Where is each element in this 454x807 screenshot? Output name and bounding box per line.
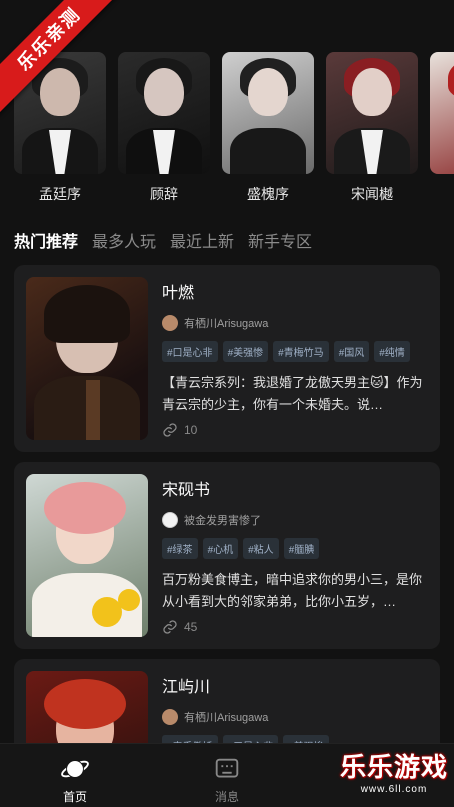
story-cover[interactable] <box>26 277 148 440</box>
tag[interactable]: #青梅竹马 <box>273 341 329 362</box>
category-tabs: 热门推荐 最多人玩 最近上新 新手专区 <box>14 228 312 252</box>
character-card[interactable]: 宋闻樾 <box>326 52 418 212</box>
tag[interactable]: #国风 <box>333 341 370 362</box>
tag-list: #绿茶 #心机 #粘人 #腼腆 <box>162 538 428 559</box>
character-name: 孟廷序 <box>39 186 81 202</box>
author-avatar <box>162 315 178 331</box>
character-card[interactable]: 顾辞 <box>118 52 210 212</box>
character-name: 顾辞 <box>150 186 178 202</box>
character-portrait[interactable] <box>118 52 210 174</box>
author-row[interactable]: 有栖川Arisugawa <box>162 315 428 331</box>
tag[interactable]: #心机 <box>202 538 239 559</box>
story-description: 【青云宗系列：我退婚了龙傲天男主🐱】作为青云宗的少主，你有一个未婚夫。说… <box>162 375 423 412</box>
story-cover[interactable] <box>26 474 148 637</box>
author-avatar <box>162 512 178 528</box>
author-name: 有栖川Arisugawa <box>184 318 269 330</box>
planet-icon <box>61 760 89 778</box>
nav-messages-label: 消息 <box>214 790 239 804</box>
tab-hot-recommend[interactable]: 热门推荐 <box>14 228 78 252</box>
tag[interactable]: #口是心非 <box>162 341 218 362</box>
tag[interactable]: #纯情 <box>374 341 410 362</box>
character-name: 盛槐序 <box>247 186 289 202</box>
story-title: 叶燃 <box>162 285 195 302</box>
watermark-title: 乐乐游戏 <box>339 752 448 782</box>
author-row[interactable]: 被金发男害惨了 <box>162 512 428 528</box>
play-count: 10 <box>162 422 428 438</box>
link-icon <box>163 423 177 437</box>
story-title: 江屿川 <box>162 679 211 696</box>
link-icon <box>163 620 177 634</box>
story-card[interactable]: 宋砚书 被金发男害惨了 #绿茶 #心机 #粘人 #腼腆 百万粉美食博主，暗中追求… <box>14 462 440 649</box>
story-description: 百万粉美食博主，暗中追求你的男小三，是你从小看到大的邻家弟弟，比你小五岁，… <box>162 572 423 609</box>
tag[interactable]: #腼腆 <box>283 538 320 559</box>
tag[interactable]: #绿茶 <box>162 538 198 559</box>
author-row[interactable]: 有栖川Arisugawa <box>162 709 428 725</box>
nav-messages[interactable]: 消息 <box>187 754 267 805</box>
character-card[interactable] <box>430 52 454 212</box>
tab-newbie-zone[interactable]: 新手专区 <box>248 228 312 252</box>
site-watermark: 乐乐游戏 www.6ll.com <box>338 747 450 805</box>
character-name: 宋闻樾 <box>351 186 393 202</box>
character-portrait[interactable] <box>326 52 418 174</box>
story-card[interactable]: 叶燃 有栖川Arisugawa #口是心非 #美强惨 #青梅竹马 #国风 #纯情… <box>14 265 440 452</box>
author-name: 被金发男害惨了 <box>184 515 261 527</box>
tag[interactable]: #美强惨 <box>222 341 269 362</box>
character-portrait[interactable] <box>430 52 454 174</box>
watermark-url: www.6ll.com <box>360 784 428 795</box>
ribbon-text: 乐乐亲测 <box>0 0 120 119</box>
nav-home-label: 首页 <box>62 790 87 804</box>
tag-list: #口是心非 #美强惨 #青梅竹马 #国风 #纯情 <box>162 341 428 362</box>
play-count-value: 45 <box>184 620 198 634</box>
tag[interactable]: #粘人 <box>243 538 279 559</box>
corner-ribbon: 乐乐亲测 <box>0 0 120 120</box>
author-avatar <box>162 709 178 725</box>
message-icon <box>215 758 239 778</box>
play-count: 45 <box>162 619 428 635</box>
story-title: 宋砚书 <box>162 482 211 499</box>
tab-recently-added[interactable]: 最近上新 <box>170 228 234 252</box>
author-name: 有栖川Arisugawa <box>184 712 269 724</box>
character-portrait[interactable] <box>222 52 314 174</box>
nav-home[interactable]: 首页 <box>35 754 115 805</box>
character-card[interactable]: 盛槐序 <box>222 52 314 212</box>
tab-most-played[interactable]: 最多人玩 <box>92 228 156 252</box>
play-count-value: 10 <box>184 423 198 437</box>
